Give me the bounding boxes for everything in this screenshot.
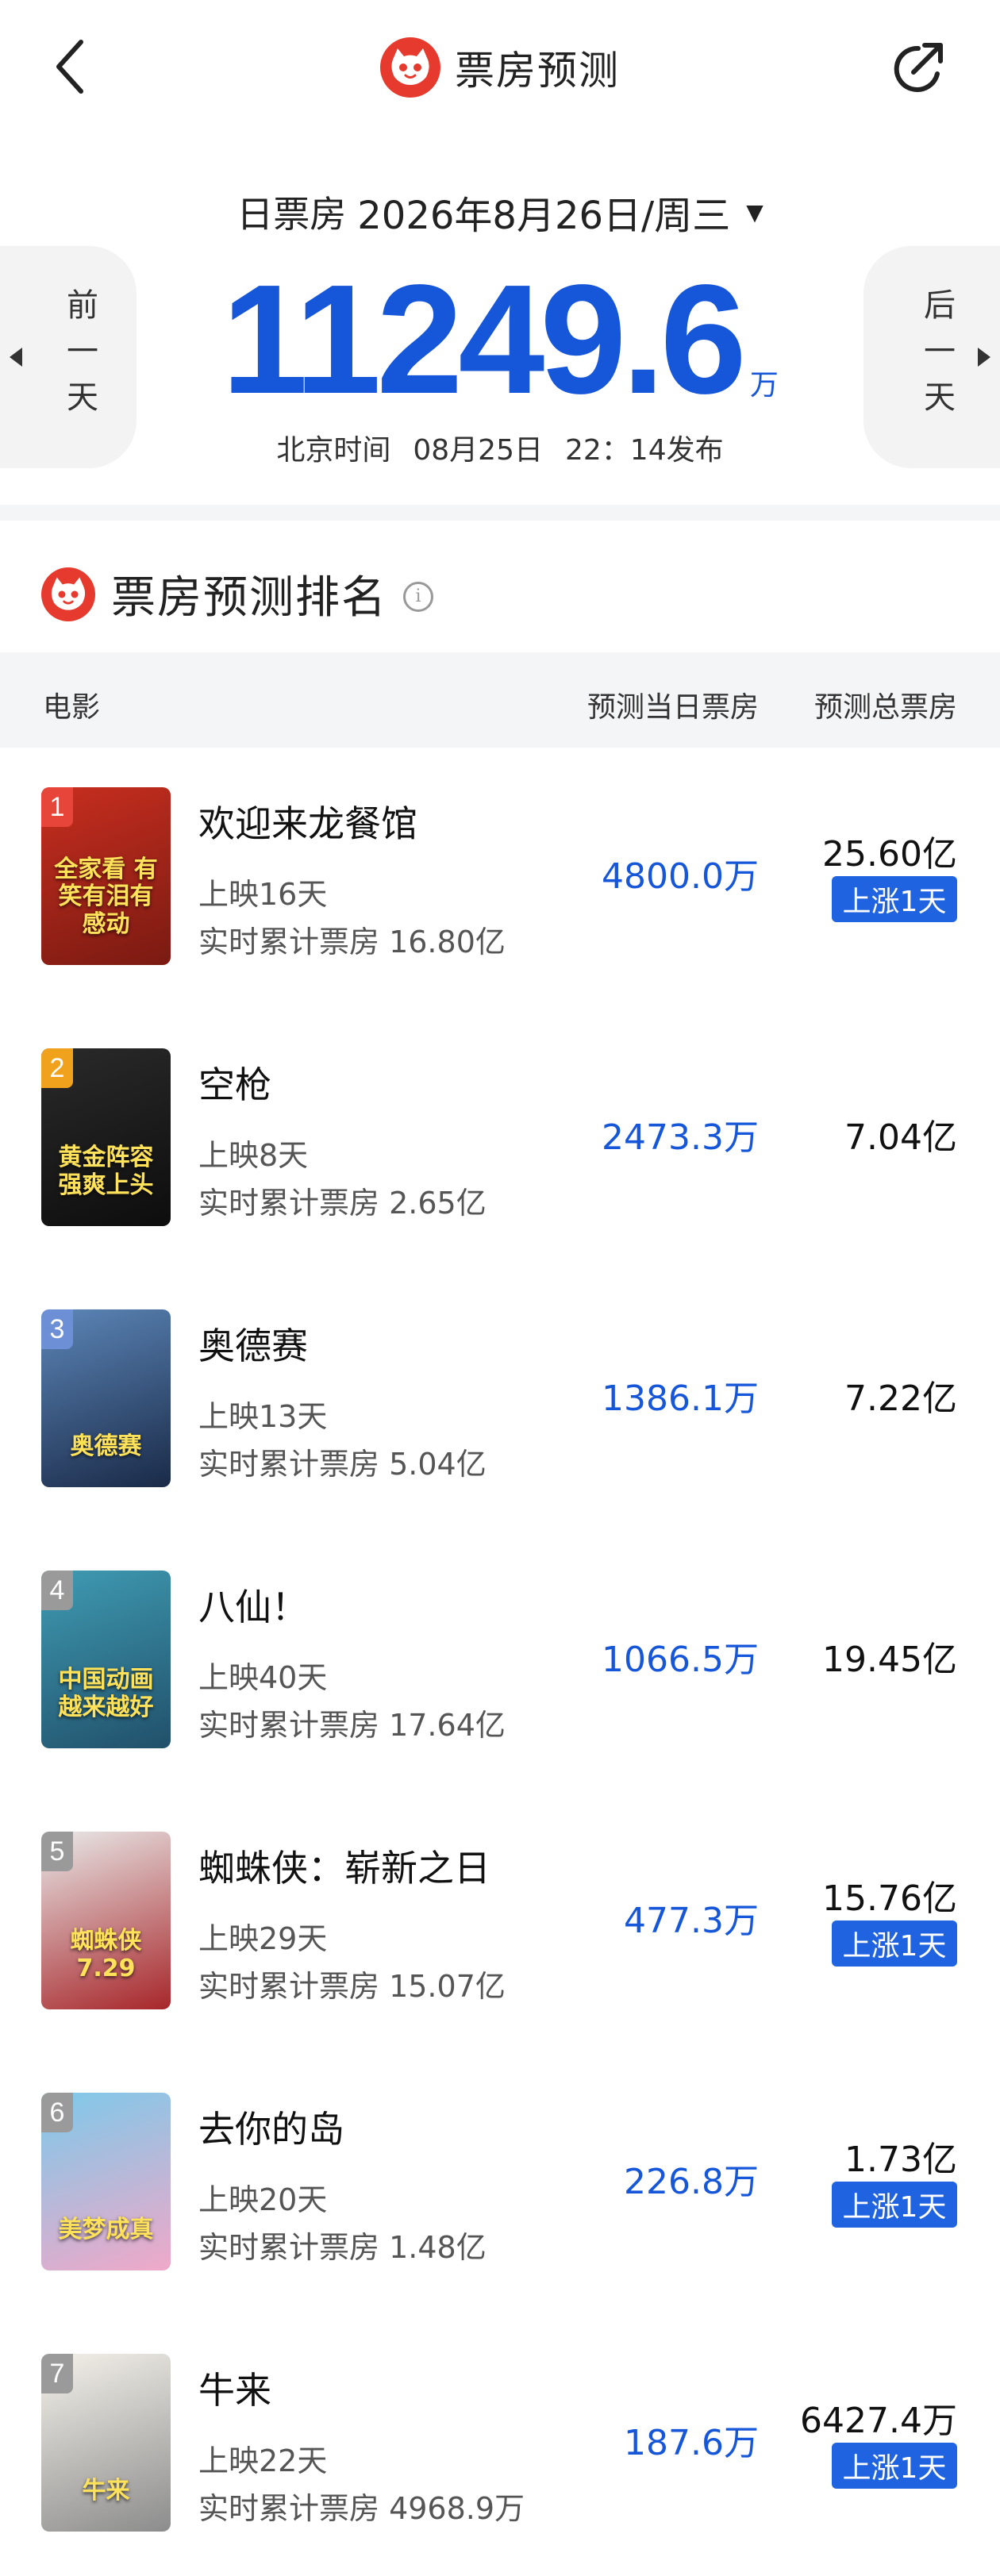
cumulative-box-office: 实时累计票房 16.80亿 — [198, 925, 506, 959]
trend-up-badge: 上涨1天 — [832, 2443, 957, 2489]
caret-down-icon: ▼ — [746, 198, 763, 225]
table-row[interactable]: 1 全家看 有笑有泪有感动 欢迎来龙餐馆上映16天实时累计票房 16.80亿 4800… — [0, 748, 1000, 1009]
total-forecast-value: 6427.4万 — [800, 2401, 957, 2441]
date-selector[interactable]: 日票房 2026年8月26日/周三 ▼ — [0, 184, 1000, 240]
maoyan-cat-logo-icon — [41, 567, 95, 621]
info-icon[interactable]: i — [403, 581, 433, 612]
ranking-table-header: 电影 预测当日票房 预测总票房 — [0, 652, 1000, 748]
day-forecast-value: 4800.0万 — [602, 856, 759, 897]
movie-poster[interactable]: 5 蜘蛛侠 7.29 — [41, 1832, 171, 2009]
daily-total-forecast: 11249.6 万 — [0, 262, 1000, 417]
total-forecast-value: 7.04亿 — [844, 1117, 957, 1158]
days-showing: 上映29天 — [198, 1921, 328, 1956]
movie-name[interactable]: 欢迎来龙餐馆 — [198, 795, 417, 848]
total-forecast-value: 19.45亿 — [822, 1640, 957, 1680]
movie-name[interactable]: 牛来 — [198, 2362, 271, 2414]
movie-poster[interactable]: 3 奥德赛 — [41, 1309, 171, 1487]
date-value: 2026年8月26日/周三 — [357, 194, 731, 238]
day-forecast-value: 1066.5万 — [602, 1640, 759, 1680]
movie-name[interactable]: 奥德赛 — [198, 1317, 308, 1370]
movie-name[interactable]: 去你的岛 — [198, 2101, 344, 2153]
total-forecast-value: 25.60亿 — [822, 834, 957, 875]
trend-up-badge: 上涨1天 — [832, 2182, 957, 2228]
cumulative-box-office: 实时累计票房 4968.9万 — [198, 2491, 525, 2526]
poster-title-art: 美梦成真 — [58, 2215, 154, 2243]
cumulative-box-office: 实时累计票房 2.65亿 — [198, 1186, 487, 1221]
cumulative-box-office: 实时累计票房 15.07亿 — [198, 1969, 506, 2004]
total-unit: 万 — [749, 369, 779, 402]
movie-poster[interactable]: 7 牛来 — [41, 2354, 171, 2532]
table-row[interactable]: 2 黄金阵容 强爽上头 空枪上映8天实时累计票房 2.65亿 2473.3万 7.04亿 — [0, 1009, 1000, 1270]
total-value: 11249.6 — [221, 252, 747, 426]
share-export-icon — [894, 43, 943, 92]
publish-date: 08月25日 — [413, 434, 543, 467]
days-showing: 上映8天 — [198, 1138, 309, 1173]
page-title: 票房预测 — [455, 48, 620, 94]
poster-title-art: 蜘蛛侠 7.29 — [70, 1927, 142, 1982]
trend-up-badge: 上涨1天 — [832, 1920, 957, 1967]
day-forecast-value: 477.3万 — [624, 1901, 759, 1941]
rank-badge: 5 — [41, 1832, 73, 1871]
publish-zone: 北京时间 — [276, 434, 391, 467]
maoyan-cat-logo-icon — [380, 37, 440, 98]
rank-badge: 7 — [41, 2354, 73, 2393]
trend-up-badge: 上涨1天 — [832, 876, 957, 922]
movie-name[interactable]: 八仙！ — [198, 1578, 308, 1631]
movie-name[interactable]: 空枪 — [198, 1056, 271, 1109]
ranking-list: 1 全家看 有笑有泪有感动 欢迎来龙餐馆上映16天实时累计票房 16.80亿 4800… — [0, 748, 1000, 2575]
day-forecast-value: 1386.1万 — [602, 1378, 759, 1419]
publish-time: 22：14发布 — [565, 434, 724, 467]
publish-info: 北京时间 08月25日 22：14发布 — [0, 427, 1000, 468]
movie-name[interactable]: 蜘蛛侠：崭新之日 — [198, 1840, 490, 1892]
days-showing: 上映20天 — [198, 2182, 328, 2217]
cumulative-box-office: 实时累计票房 5.04亿 — [198, 1447, 487, 1482]
movie-poster[interactable]: 1 全家看 有笑有泪有感动 — [41, 787, 171, 965]
days-showing: 上映16天 — [198, 877, 328, 912]
ranking-title: 票房预测排名 — [111, 572, 387, 624]
days-showing: 上映13天 — [198, 1399, 328, 1434]
rank-badge: 3 — [41, 1309, 73, 1349]
cumulative-box-office: 实时累计票房 1.48亿 — [198, 2230, 487, 2265]
rank-badge: 2 — [41, 1048, 73, 1088]
day-forecast-value: 226.8万 — [624, 2162, 759, 2202]
total-forecast-value: 15.76亿 — [822, 1878, 957, 1919]
top-navigation-bar: 票房预测 — [0, 0, 1000, 135]
movie-poster[interactable]: 4 中国动画 越来越好 — [41, 1571, 171, 1748]
total-forecast-value: 7.22亿 — [844, 1378, 957, 1419]
column-header-total-forecast: 预测总票房 — [813, 691, 957, 724]
total-forecast-value: 1.73亿 — [844, 2140, 957, 2180]
rank-badge: 4 — [41, 1571, 73, 1610]
table-row[interactable]: 7 牛来 牛来 上映22天 实时累计票房 4968.9万 187.6万 6427.4万 上涨1… — [0, 2314, 1000, 2575]
poster-title-art: 牛来 — [82, 2476, 130, 2505]
date-label: 日票房 — [237, 193, 347, 236]
table-row[interactable]: 4 中国动画 越来越好 八仙！ 上映40天实时累计票房 17.64亿 1066.5万 19… — [0, 1531, 1000, 1792]
table-row[interactable]: 3 奥德赛 奥德赛 上映13天 实时累计票房 5.04亿 1386.1万 7.22亿 — [0, 1270, 1000, 1531]
poster-title-art: 中国动画 越来越好 — [58, 1666, 154, 1721]
page-title-group: 票房预测 — [0, 32, 1000, 103]
table-row[interactable]: 5 蜘蛛侠 7.29 蜘蛛侠：崭新之日上映29天实时累计票房 15.07亿 477.3… — [0, 1792, 1000, 2053]
table-row[interactable]: 6 美梦成真 去你的岛上映20天实时累计票房 1.48亿 226.8万 1.73亿 上涨1… — [0, 2053, 1000, 2314]
rank-badge: 1 — [41, 787, 73, 827]
days-showing: 上映40天 — [198, 1660, 328, 1695]
days-showing: 上映22天 — [198, 2443, 328, 2478]
ranking-section-header: 票房预测排名 i — [41, 562, 433, 626]
poster-title-art: 黄金阵容 强爽上头 — [58, 1144, 154, 1199]
column-header-movie: 电影 — [43, 691, 101, 724]
share-button[interactable] — [886, 35, 952, 102]
column-header-day-forecast: 预测当日票房 — [587, 691, 759, 724]
poster-title-art: 全家看 有笑有泪有感动 — [54, 855, 158, 938]
section-divider — [0, 505, 1000, 521]
day-forecast-value: 187.6万 — [624, 2423, 759, 2463]
day-forecast-value: 2473.3万 — [602, 1117, 759, 1158]
movie-poster[interactable]: 6 美梦成真 — [41, 2093, 171, 2270]
poster-title-art: 奥德赛 — [70, 1432, 142, 1460]
movie-poster[interactable]: 2 黄金阵容 强爽上头 — [41, 1048, 171, 1226]
rank-badge: 6 — [41, 2093, 73, 2132]
cumulative-box-office: 实时累计票房 17.64亿 — [198, 1708, 506, 1743]
